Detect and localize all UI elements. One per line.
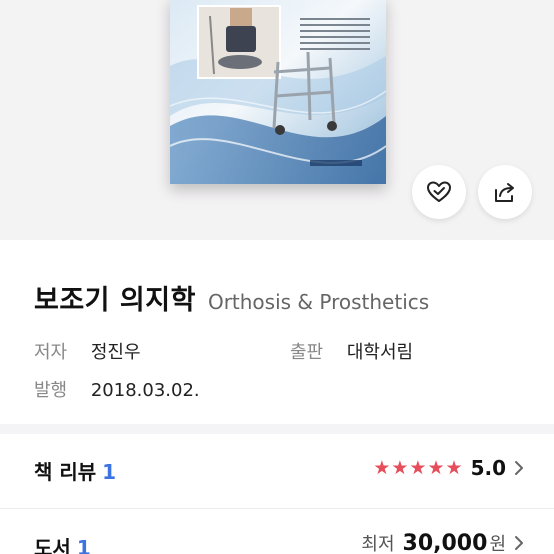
section-divider xyxy=(0,424,554,434)
publish-date-field: 발행 2018.03.02. xyxy=(34,376,200,402)
author-field: 저자 정진우 xyxy=(34,338,141,364)
rating-stars: ★ ★ ★ ★ ★ xyxy=(373,456,463,479)
star-icon: ★ xyxy=(409,456,427,479)
book-title: 보조기 의지학 xyxy=(34,285,196,316)
share-icon xyxy=(495,183,514,202)
publisher-value: 대학서림 xyxy=(346,342,414,363)
reviews-row-title[interactable]: 책 리뷰 1 xyxy=(34,456,116,485)
price-label: 최저 xyxy=(361,534,395,554)
stores-row-title[interactable]: 도서 1 xyxy=(34,532,91,554)
row-divider xyxy=(0,508,554,509)
book-title-row: 보조기 의지학 Orthosis & Prosthetics xyxy=(34,278,429,317)
chevron-right-icon xyxy=(515,461,523,475)
book-cover-art xyxy=(170,0,386,184)
price-unit: 원 xyxy=(489,534,506,554)
reviews-label: 책 리뷰 xyxy=(34,460,97,484)
stores-label: 도서 xyxy=(34,536,71,554)
star-icon: ★ xyxy=(445,456,463,479)
author-label: 저자 xyxy=(34,342,68,363)
hero-area xyxy=(0,0,554,240)
star-icon: ★ xyxy=(427,456,445,479)
star-icon: ★ xyxy=(373,456,391,479)
publish-date-label: 발행 xyxy=(34,380,68,401)
reviews-count: 1 xyxy=(102,460,117,484)
reviews-rating[interactable]: ★ ★ ★ ★ ★ 5.0 xyxy=(373,456,524,480)
chevron-right-icon xyxy=(515,536,523,550)
stores-count: 1 xyxy=(76,536,91,554)
publisher-label: 출판 xyxy=(290,342,324,363)
price-value: 30,000 xyxy=(402,530,488,554)
publish-date-value: 2018.03.02. xyxy=(90,380,200,401)
author-value[interactable]: 정진우 xyxy=(91,338,141,364)
publisher-field: 출판 대학서림 xyxy=(290,338,413,364)
like-button[interactable] xyxy=(412,165,466,219)
star-icon: ★ xyxy=(391,456,409,479)
rating-score: 5.0 xyxy=(470,456,506,480)
lowest-price[interactable]: 최저 30,000 원 xyxy=(361,530,524,554)
book-subtitle: Orthosis & Prosthetics xyxy=(207,290,430,314)
heart-check-icon xyxy=(427,181,451,202)
share-button[interactable] xyxy=(478,165,532,219)
book-cover-image[interactable] xyxy=(170,0,386,184)
